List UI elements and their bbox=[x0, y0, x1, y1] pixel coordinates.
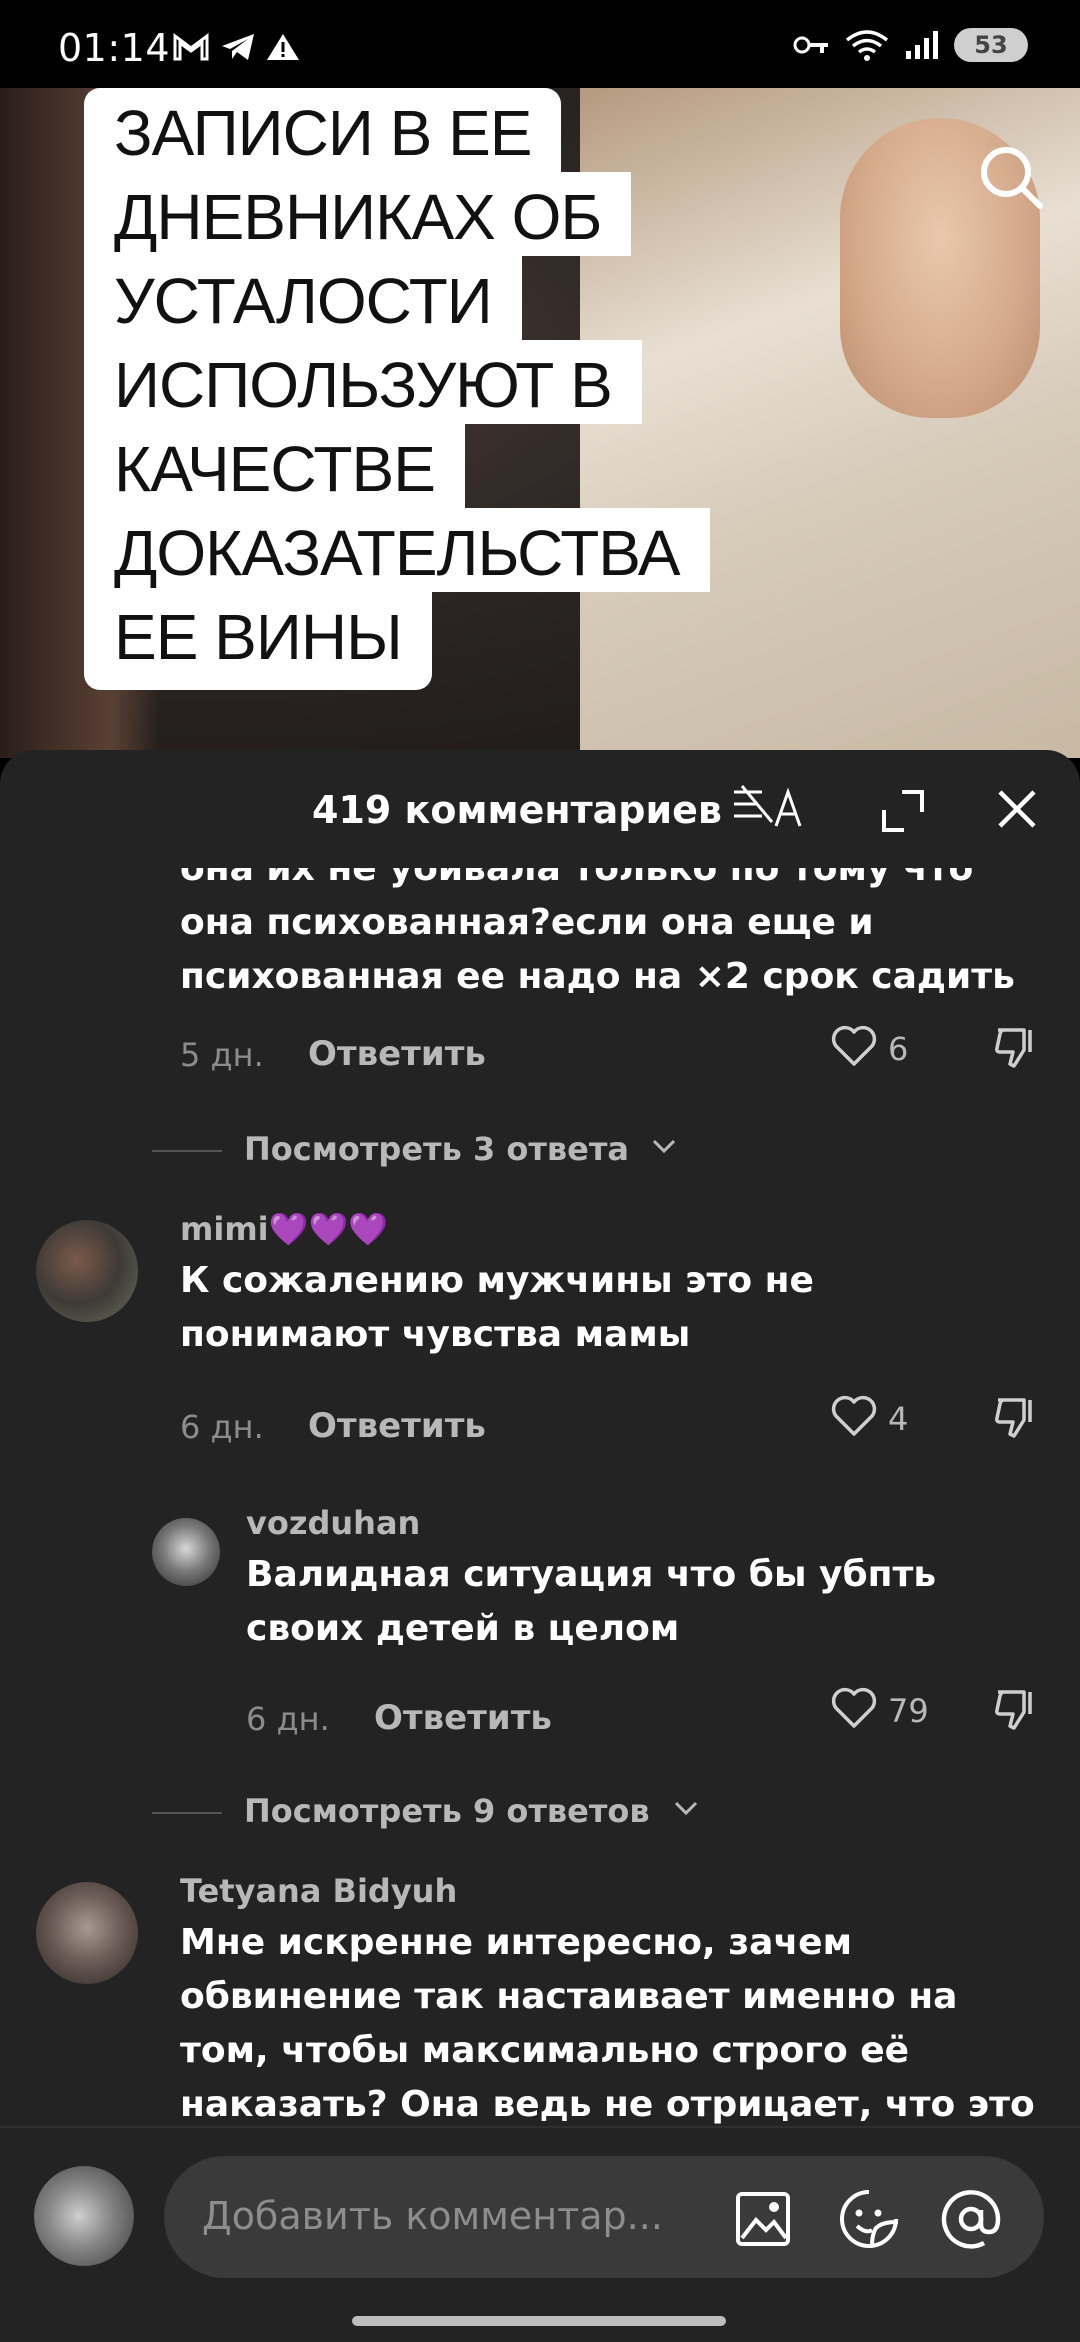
reply-button[interactable]: Ответить bbox=[308, 1406, 486, 1446]
video-caption: ЗАПИСИ В ЕЕ ДНЕВНИКАХ ОБ УСТАЛОСТИ ИСПОЛ… bbox=[84, 88, 824, 690]
comment-line: понимают чувства мамы bbox=[180, 1314, 691, 1355]
comment-line: К сожалению мужчины это не bbox=[180, 1260, 814, 1301]
status-time: 01:14 bbox=[58, 26, 171, 70]
telegram-icon bbox=[222, 34, 254, 60]
comments-count-title: 419 комментариев bbox=[312, 788, 722, 832]
comment-input-placeholder: Добавить комментар... bbox=[202, 2194, 663, 2238]
video-player[interactable]: ЗАПИСИ В ЕЕ ДНЕВНИКАХ ОБ УСТАЛОСТИ ИСПОЛ… bbox=[0, 88, 1080, 758]
expand-icon[interactable] bbox=[880, 788, 926, 834]
like-icon[interactable] bbox=[830, 1024, 878, 1068]
view-replies-button[interactable]: Посмотреть 3 ответа bbox=[244, 1130, 629, 1168]
close-icon[interactable] bbox=[996, 788, 1038, 830]
warning-icon bbox=[267, 34, 299, 60]
like-icon[interactable] bbox=[830, 1686, 878, 1730]
sticker-icon[interactable] bbox=[838, 2188, 900, 2250]
system-icons: 53 bbox=[792, 28, 1028, 62]
caption-line: ИСПОЛЬЗУЮТ В bbox=[84, 340, 642, 424]
dislike-icon[interactable] bbox=[994, 1686, 1040, 1732]
caption-line: ДНЕВНИКАХ ОБ bbox=[84, 172, 632, 256]
comment-line: обвинение так настаивает именно на bbox=[180, 1976, 958, 2017]
comment-input[interactable]: Добавить комментар... bbox=[164, 2156, 1044, 2278]
image-icon[interactable] bbox=[734, 2190, 792, 2248]
key-icon bbox=[793, 36, 828, 54]
comments-header: 419 комментариев bbox=[0, 750, 1080, 870]
avatar[interactable] bbox=[152, 1518, 220, 1586]
avatar[interactable] bbox=[36, 1882, 138, 1984]
notification-icons bbox=[172, 32, 300, 62]
caption-line: ДОКАЗАТЕЛЬСТВА bbox=[84, 508, 710, 592]
mention-icon[interactable] bbox=[940, 2188, 1002, 2250]
battery-level: 53 bbox=[974, 31, 1008, 59]
battery-indicator: 53 bbox=[954, 28, 1028, 62]
comment-line: она психованная?если она еще и bbox=[180, 902, 874, 943]
comment-text: она их не убивала только по тому что она… bbox=[180, 868, 1060, 1004]
caption-line: УСТАЛОСТИ bbox=[84, 256, 522, 340]
comment-line: Валидная ситуация что бы убпть bbox=[246, 1554, 937, 1595]
comment-line: своих детей в целом bbox=[246, 1608, 680, 1649]
reply-button[interactable]: Ответить bbox=[374, 1698, 552, 1738]
my-avatar[interactable] bbox=[34, 2166, 134, 2266]
like-count: 79 bbox=[888, 1692, 929, 1730]
comment-text: Мне искренне интересно, зачем обвинение … bbox=[180, 1916, 1060, 2130]
comment-time: 6 дн. bbox=[246, 1700, 330, 1738]
caption-line: ЗАПИСИ В ЕЕ bbox=[84, 88, 562, 172]
comment-text: К сожалению мужчины это не понимают чувс… bbox=[180, 1254, 1040, 1362]
comments-list[interactable]: она их не убивала только по тому что она… bbox=[0, 868, 1080, 2130]
comment-time: 6 дн. bbox=[180, 1408, 264, 1446]
like-icon[interactable] bbox=[830, 1394, 878, 1438]
comment-text: Валидная ситуация что бы убпть своих дет… bbox=[246, 1548, 1046, 1656]
comment-line: Мне искренне интересно, зачем bbox=[180, 1922, 853, 1963]
view-replies-button[interactable]: Посмотреть 9 ответов bbox=[244, 1792, 650, 1830]
wifi-icon bbox=[845, 30, 889, 61]
signal-icon bbox=[906, 31, 938, 59]
comment-input-bar: Добавить комментар... bbox=[0, 2126, 1080, 2342]
comment-line: психованная ее надо на ×2 срок садить bbox=[180, 956, 1015, 997]
gmail-icon bbox=[173, 33, 209, 61]
comments-sheet: 419 комментариев она их не убивала тольк… bbox=[0, 750, 1080, 2340]
translate-icon[interactable] bbox=[732, 782, 808, 832]
reply-button[interactable]: Ответить bbox=[308, 1034, 486, 1074]
chevron-down-icon bbox=[652, 1139, 676, 1154]
caption-line: ЕЕ ВИНЫ bbox=[84, 592, 432, 690]
like-count: 4 bbox=[888, 1400, 909, 1438]
dislike-icon[interactable] bbox=[994, 1394, 1040, 1440]
home-indicator[interactable] bbox=[352, 2316, 726, 2326]
like-count: 6 bbox=[888, 1030, 909, 1068]
comment-line: она их не убивала только по тому что bbox=[180, 868, 974, 889]
chevron-down-icon bbox=[674, 1801, 698, 1816]
avatar[interactable] bbox=[36, 1220, 138, 1322]
search-icon[interactable] bbox=[972, 138, 1052, 218]
comment-time: 5 дн. bbox=[180, 1036, 264, 1074]
divider bbox=[152, 1812, 222, 1814]
comment-username[interactable]: vozduhan bbox=[246, 1504, 420, 1542]
divider bbox=[152, 1150, 222, 1152]
comment-line: наказать? Она ведь не отрицает, что это bbox=[180, 2084, 1035, 2125]
dislike-icon[interactable] bbox=[994, 1024, 1040, 1070]
comment-username[interactable]: Tetyana Bidyuh bbox=[180, 1872, 457, 1910]
comment-line: том, чтобы максимально строго её bbox=[180, 2030, 910, 2071]
comment-username[interactable]: mimi💜💜💜 bbox=[180, 1210, 388, 1248]
caption-line: КАЧЕСТВЕ bbox=[84, 424, 465, 508]
status-bar: 01:14 53 bbox=[0, 0, 1080, 88]
